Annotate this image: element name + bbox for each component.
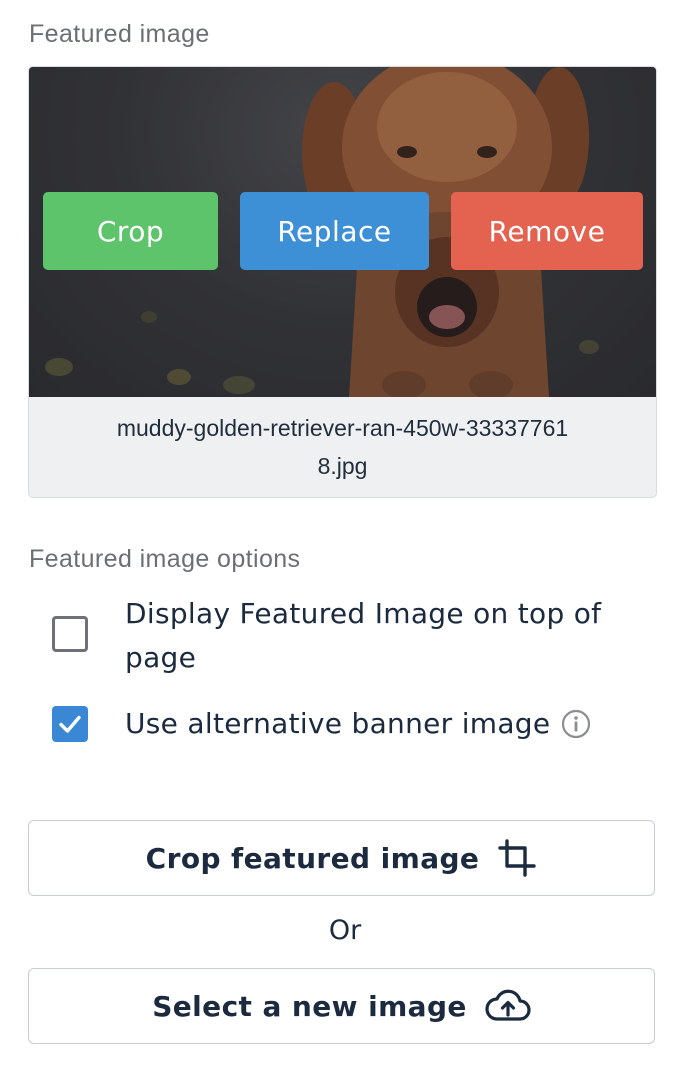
remove-button[interactable]: Remove <box>451 192 643 270</box>
or-separator: Or <box>328 915 362 946</box>
cloud-upload-icon <box>485 989 531 1023</box>
select-new-image-button[interactable]: Select a new image <box>28 968 655 1044</box>
display-on-top-label: Display Featured Image on top of page <box>125 597 602 674</box>
crop-button[interactable]: Crop <box>43 192 218 270</box>
display-on-top-checkbox[interactable] <box>52 616 88 652</box>
featured-image-label: Featured image <box>29 20 210 48</box>
alternative-banner-checkbox[interactable] <box>52 706 88 742</box>
alternative-banner-option[interactable]: Use alternative banner image <box>52 702 592 746</box>
crop-featured-image-button[interactable]: Crop featured image <box>28 820 655 896</box>
select-new-image-label: Select a new image <box>152 989 467 1023</box>
image-filename: muddy-golden-retriever-ran-450w-33337761… <box>116 415 569 479</box>
alternative-banner-label: Use alternative banner image <box>125 707 551 740</box>
display-on-top-option[interactable]: Display Featured Image on top of page <box>52 592 645 680</box>
replace-button[interactable]: Replace <box>240 192 429 270</box>
featured-image-card: Crop Replace Remove muddy-golden-retriev… <box>28 66 657 498</box>
featured-image-preview: Crop Replace Remove <box>29 67 656 397</box>
crop-featured-image-label: Crop featured image <box>145 841 480 875</box>
crop-icon <box>497 838 537 878</box>
featured-image-options-label: Featured image options <box>29 545 301 573</box>
info-icon[interactable] <box>560 708 592 740</box>
checkmark-icon <box>59 715 81 733</box>
